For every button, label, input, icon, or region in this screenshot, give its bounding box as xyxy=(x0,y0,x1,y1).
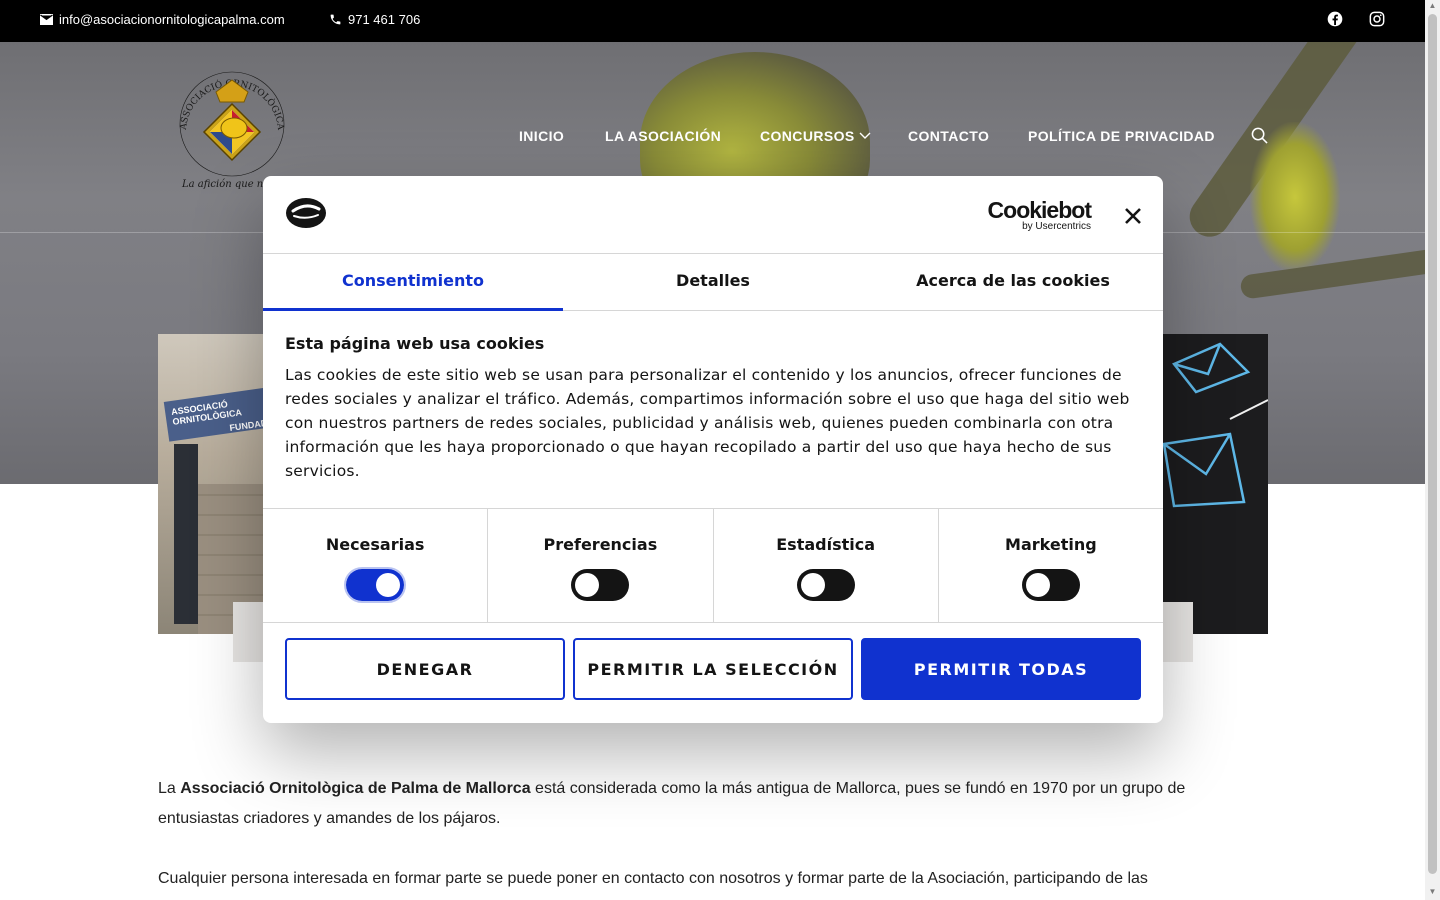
building-door xyxy=(174,444,198,624)
dialog-buttons: DENEGAR PERMITIR LA SELECCIÓN PERMITIR T… xyxy=(285,638,1141,700)
top-bar: info@asociacionornitologicapalma.com 971… xyxy=(0,0,1425,42)
intro-paragraph: La Associació Ornitològica de Palma de M… xyxy=(158,774,1233,834)
brand-sub: by Usercentrics xyxy=(1022,221,1091,232)
phone-text: 971 461 706 xyxy=(348,12,421,27)
deny-button[interactable]: DENEGAR xyxy=(285,638,565,700)
association-building-photo: ASSOCIACIÓ ORNITOLÒGICA FUNDADA xyxy=(158,334,278,634)
tab-detalles[interactable]: Detalles xyxy=(563,254,863,310)
envelope-icon xyxy=(40,14,53,25)
scroll-up-arrow[interactable]: ▲ xyxy=(1428,2,1437,10)
toggle-marketing[interactable] xyxy=(1021,569,1080,601)
envelope-drawings xyxy=(1162,342,1268,508)
dialog-heading: Esta página web usa cookies xyxy=(285,334,545,353)
dialog-body: Esta página web usa cookies Las cookies … xyxy=(285,334,1145,483)
toggle-group-marketing: Marketing xyxy=(939,509,1163,622)
association-logo[interactable]: ASSOCIACIÓ ORNITOLÒGICA PALMA DE MALLORC… xyxy=(172,62,294,192)
search-icon[interactable] xyxy=(1251,127,1268,144)
intro-prefix: La xyxy=(158,780,181,797)
email-text: info@asociacionornitologicapalma.com xyxy=(59,12,285,27)
dialog-description: Las cookies de este sitio web se usan pa… xyxy=(285,366,1130,480)
toggle-necesarias[interactable] xyxy=(344,567,407,603)
toggle-group-preferencias: Preferencias xyxy=(488,509,714,622)
tab-acerca-de-las-cookies[interactable]: Acerca de las cookies xyxy=(863,254,1163,310)
chevron-down-icon xyxy=(859,132,871,139)
toggle-label-estadistica: Estadística xyxy=(776,535,876,554)
toggle-knob xyxy=(800,573,825,597)
toggle-knob xyxy=(376,573,401,597)
lichen-image xyxy=(1250,122,1340,272)
email-link[interactable]: info@asociacionornitologicapalma.com xyxy=(40,12,285,27)
nav-concursos-label: CONCURSOS xyxy=(760,128,855,144)
toggle-group-estadistica: Estadística xyxy=(714,509,939,622)
cookiebot-brand[interactable]: Cookiebot by Usercentrics xyxy=(985,197,1092,232)
toggle-label-necesarias: Necesarias xyxy=(325,535,425,554)
contact-chalkboard-photo xyxy=(1160,334,1268,634)
cookie-consent-dialog: Cookiebot by Usercentrics Consentimiento… xyxy=(263,176,1163,723)
social-links xyxy=(1327,11,1385,27)
toggle-knob xyxy=(575,573,600,597)
instagram-icon[interactable] xyxy=(1369,11,1385,27)
toggle-estadistica[interactable] xyxy=(796,569,855,601)
tab-consentimiento[interactable]: Consentimiento xyxy=(263,254,563,311)
dialog-header: Cookiebot by Usercentrics xyxy=(263,176,1163,254)
consent-toggles: Necesarias Preferencias Estadística Mark… xyxy=(263,508,1163,623)
scrollbar-thumb[interactable] xyxy=(1428,14,1437,874)
nav-politica-privacidad[interactable]: POLÍTICA DE PRIVACIDAD xyxy=(1028,128,1215,144)
phone-link[interactable]: 971 461 706 xyxy=(329,12,420,27)
toggle-label-preferencias: Preferencias xyxy=(543,535,658,554)
facebook-icon[interactable] xyxy=(1327,11,1343,27)
nav-concursos[interactable]: CONCURSOS xyxy=(760,128,871,144)
toggle-label-marketing: Marketing xyxy=(1005,535,1097,554)
brand-name: Cookiebot xyxy=(987,197,1092,223)
dialog-tabs: Consentimiento Detalles Acerca de las co… xyxy=(263,254,1163,311)
toggle-preferencias[interactable] xyxy=(571,569,630,601)
allow-all-button[interactable]: PERMITIR TODAS xyxy=(861,638,1141,700)
nav-la-asociacion[interactable]: LA ASOCIACIÓN xyxy=(605,128,721,144)
nav-contacto[interactable]: CONTACTO xyxy=(908,128,989,144)
toggle-knob xyxy=(1025,573,1050,597)
scroll-down-arrow[interactable]: ▼ xyxy=(1428,888,1437,896)
association-name: Associació Ornitològica de Palma de Mall… xyxy=(180,780,531,797)
toggle-group-necesarias: Necesarias xyxy=(263,509,489,622)
close-icon[interactable] xyxy=(1121,204,1145,228)
nav-inicio[interactable]: INICIO xyxy=(519,128,564,144)
allow-selection-button[interactable]: PERMITIR LA SELECCIÓN xyxy=(573,638,853,700)
cookiebot-logo-icon xyxy=(286,198,326,228)
building-sign: ASSOCIACIÓ ORNITOLÒGICA FUNDADA xyxy=(163,386,278,442)
phone-icon xyxy=(330,14,341,25)
membership-paragraph: Cualquier persona interesada en formar p… xyxy=(158,870,1148,887)
